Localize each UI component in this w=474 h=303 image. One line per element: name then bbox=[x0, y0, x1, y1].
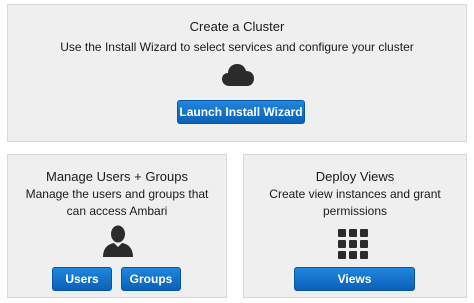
create-cluster-title: Create a Cluster bbox=[189, 19, 285, 34]
ambari-dashboard: Create a Cluster Use the Install Wizard … bbox=[0, 0, 474, 303]
deploy-views-title: Deploy Views bbox=[315, 169, 395, 184]
deploy-views-card: Deploy Views Create view instances and g… bbox=[243, 154, 467, 298]
user-icon bbox=[103, 225, 133, 257]
manage-users-card: Manage Users + Groups Manage the users a… bbox=[7, 154, 227, 298]
grid-icon bbox=[338, 229, 368, 259]
manage-users-title: Manage Users + Groups bbox=[46, 169, 188, 184]
groups-button[interactable]: Groups bbox=[121, 267, 181, 291]
create-cluster-card: Create a Cluster Use the Install Wizard … bbox=[7, 4, 467, 142]
cloud-icon bbox=[222, 64, 254, 86]
views-button[interactable]: Views bbox=[294, 267, 415, 291]
deploy-views-description: Create view instances and grant permissi… bbox=[269, 187, 441, 218]
users-button[interactable]: Users bbox=[52, 267, 112, 291]
create-cluster-description: Use the Install Wizard to select service… bbox=[60, 40, 414, 54]
manage-users-description: Manage the users and groups that can acc… bbox=[25, 187, 209, 218]
launch-install-wizard-button[interactable]: Launch Install Wizard bbox=[177, 100, 305, 124]
